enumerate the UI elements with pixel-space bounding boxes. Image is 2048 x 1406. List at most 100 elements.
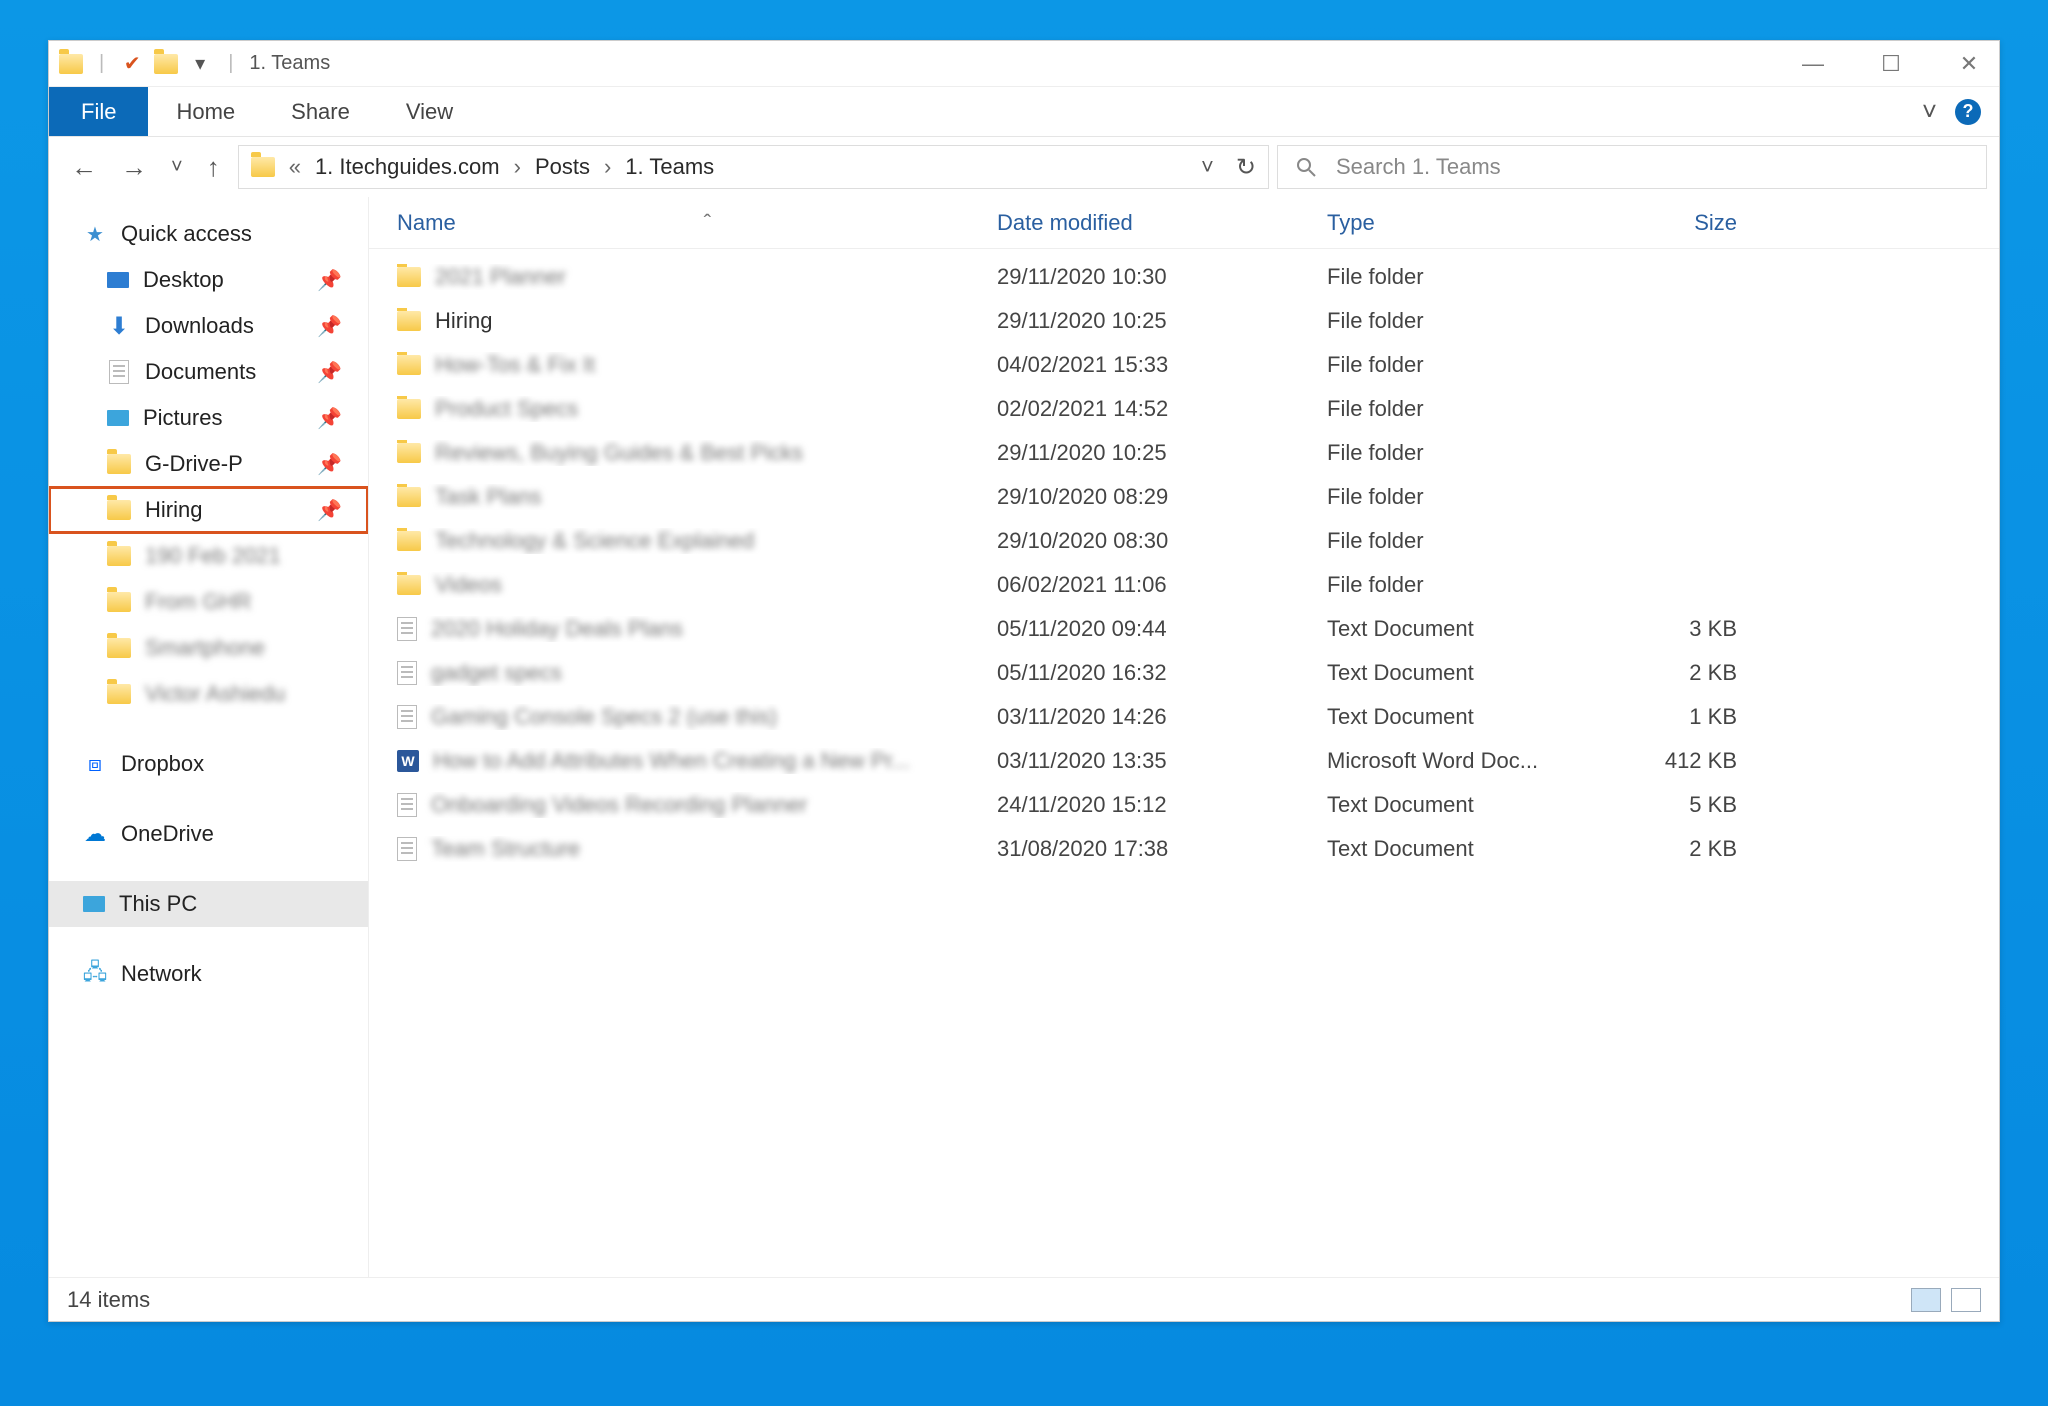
col-date[interactable]: Date modified — [997, 210, 1327, 236]
file-row[interactable]: 2021 Planner29/11/2020 10:30File folder — [369, 255, 1999, 299]
pin-icon: 📌 — [317, 406, 356, 431]
file-date: 03/11/2020 13:35 — [997, 748, 1327, 774]
tab-file[interactable]: File — [49, 87, 148, 136]
file-name: Onboarding Videos Recording Planner — [431, 792, 807, 818]
file-type: Text Document — [1327, 792, 1597, 818]
file-type: Text Document — [1327, 704, 1597, 730]
sidebar-network[interactable]: 🖧 Network — [49, 951, 368, 997]
sidebar-onedrive[interactable]: ☁ OneDrive — [49, 811, 368, 857]
file-name: Product Specs — [435, 396, 578, 422]
sidebar-pictures[interactable]: Pictures 📌 — [49, 395, 368, 441]
file-date: 05/11/2020 09:44 — [997, 616, 1327, 642]
tab-home[interactable]: Home — [148, 87, 263, 136]
file-row[interactable]: WHow to Add Attributes When Creating a N… — [369, 739, 1999, 783]
maximize-button[interactable]: ☐ — [1871, 44, 1911, 84]
col-size[interactable]: Size — [1597, 210, 1767, 236]
sidebar-quick-access[interactable]: ★ Quick access — [49, 211, 368, 257]
sidebar-label: Pictures — [143, 405, 222, 431]
file-type: Text Document — [1327, 836, 1597, 862]
close-button[interactable]: ✕ — [1949, 44, 1989, 84]
searchbar[interactable]: Search 1. Teams — [1277, 145, 1987, 189]
help-icon[interactable]: ? — [1955, 99, 1981, 125]
sidebar-label: Quick access — [121, 221, 252, 247]
qat-customize-icon[interactable]: ▾ — [188, 52, 212, 76]
qat-properties-icon[interactable]: ✔ — [120, 52, 144, 76]
minimize-button[interactable]: — — [1793, 44, 1833, 84]
file-row[interactable]: Reviews, Buying Guides & Best Picks29/11… — [369, 431, 1999, 475]
qat-newfolder-icon[interactable] — [154, 52, 178, 76]
tab-view[interactable]: View — [378, 87, 481, 136]
col-name[interactable]: Name ˆ — [397, 210, 997, 236]
file-row[interactable]: Videos06/02/2021 11:06File folder — [369, 563, 1999, 607]
sidebar-desktop[interactable]: Desktop 📌 — [49, 257, 368, 303]
file-date: 31/08/2020 17:38 — [997, 836, 1327, 862]
file-row[interactable]: Team Structure31/08/2020 17:38Text Docum… — [369, 827, 1999, 871]
breadcrumb-3[interactable]: 1. Teams — [625, 154, 714, 180]
file-row[interactable]: Product Specs02/02/2021 14:52File folder — [369, 387, 1999, 431]
textdoc-icon — [397, 837, 417, 861]
search-placeholder: Search 1. Teams — [1336, 154, 1501, 180]
view-details-button[interactable] — [1911, 1288, 1941, 1312]
file-date: 29/10/2020 08:29 — [997, 484, 1327, 510]
ribbon-expand-icon[interactable]: ˅ — [1922, 96, 1937, 127]
file-type: File folder — [1327, 352, 1597, 378]
sidebar-this-pc[interactable]: This PC — [49, 881, 368, 927]
addressbar[interactable]: « 1. Itechguides.com › Posts › 1. Teams … — [238, 145, 1269, 189]
view-large-icons-button[interactable] — [1951, 1288, 1981, 1312]
breadcrumb-1[interactable]: 1. Itechguides.com — [315, 154, 500, 180]
sidebar-hiring[interactable]: Hiring 📌 — [49, 487, 368, 533]
sidebar-label: Hiring — [145, 497, 202, 523]
file-row[interactable]: Hiring29/11/2020 10:25File folder — [369, 299, 1999, 343]
col-type[interactable]: Type — [1327, 210, 1597, 236]
network-icon: 🖧 — [83, 962, 107, 986]
sidebar-recent-1[interactable]: 190 Feb 2021 — [49, 533, 368, 579]
file-type: File folder — [1327, 572, 1597, 598]
address-prefix: « — [289, 154, 301, 180]
sidebar-recent-4[interactable]: Victor Ashiedu — [49, 671, 368, 717]
file-name: Videos — [435, 572, 502, 598]
file-size: 412 KB — [1597, 748, 1767, 774]
file-name: How to Add Attributes When Creating a Ne… — [433, 748, 910, 774]
file-row[interactable]: gadget specs05/11/2020 16:32Text Documen… — [369, 651, 1999, 695]
recent-button[interactable]: ˅ — [171, 156, 183, 179]
file-date: 29/11/2020 10:30 — [997, 264, 1327, 290]
file-row[interactable]: Technology & Science Explained29/10/2020… — [369, 519, 1999, 563]
onedrive-icon: ☁ — [83, 822, 107, 846]
folder-icon — [107, 590, 131, 614]
folder-icon — [397, 487, 421, 507]
file-name: Technology & Science Explained — [435, 528, 754, 554]
file-row[interactable]: Onboarding Videos Recording Planner24/11… — [369, 783, 1999, 827]
file-type: File folder — [1327, 484, 1597, 510]
file-name: 2020 Holiday Deals Plans — [431, 616, 683, 642]
file-row[interactable]: Gaming Console Specs 2 (use this)03/11/2… — [369, 695, 1999, 739]
app-icon — [59, 52, 83, 76]
file-rows: 2021 Planner29/11/2020 10:30File folderH… — [369, 249, 1999, 1277]
breadcrumb-2[interactable]: Posts — [535, 154, 590, 180]
file-row[interactable]: How-Tos & Fix It04/02/2021 15:33File fol… — [369, 343, 1999, 387]
file-size: 3 KB — [1597, 616, 1767, 642]
sidebar-documents[interactable]: Documents 📌 — [49, 349, 368, 395]
sidebar-gdrive[interactable]: G-Drive-P 📌 — [49, 441, 368, 487]
file-date: 05/11/2020 16:32 — [997, 660, 1327, 686]
folder-icon — [397, 267, 421, 287]
file-row[interactable]: 2020 Holiday Deals Plans 05/11/2020 09:44… — [369, 607, 1999, 651]
refresh-button[interactable]: ↻ — [1236, 153, 1256, 182]
up-button[interactable]: ↑ — [207, 152, 220, 183]
item-count: 14 items — [67, 1287, 150, 1313]
file-row[interactable]: Task Plans29/10/2020 08:29File folder — [369, 475, 1999, 519]
address-drop-icon[interactable]: ˅ — [1201, 154, 1214, 180]
back-button[interactable]: ← — [71, 152, 97, 183]
sidebar-recent-2[interactable]: From GHR — [49, 579, 368, 625]
textdoc-icon — [397, 705, 417, 729]
tab-share[interactable]: Share — [263, 87, 378, 136]
sidebar-dropbox[interactable]: ⧈ Dropbox — [49, 741, 368, 787]
file-name: Gaming Console Specs 2 (use this) — [431, 704, 777, 730]
sidebar-label: 190 Feb 2021 — [145, 543, 281, 569]
file-date: 29/11/2020 10:25 — [997, 308, 1327, 334]
file-list-pane: Name ˆ Date modified Type Size 2021 Plan… — [369, 197, 1999, 1277]
forward-button[interactable]: → — [121, 152, 147, 183]
breadcrumb-sep: › — [514, 154, 521, 180]
sidebar-downloads[interactable]: ⬇ Downloads 📌 — [49, 303, 368, 349]
folder-icon — [107, 498, 131, 522]
sidebar-recent-3[interactable]: Smartphone — [49, 625, 368, 671]
